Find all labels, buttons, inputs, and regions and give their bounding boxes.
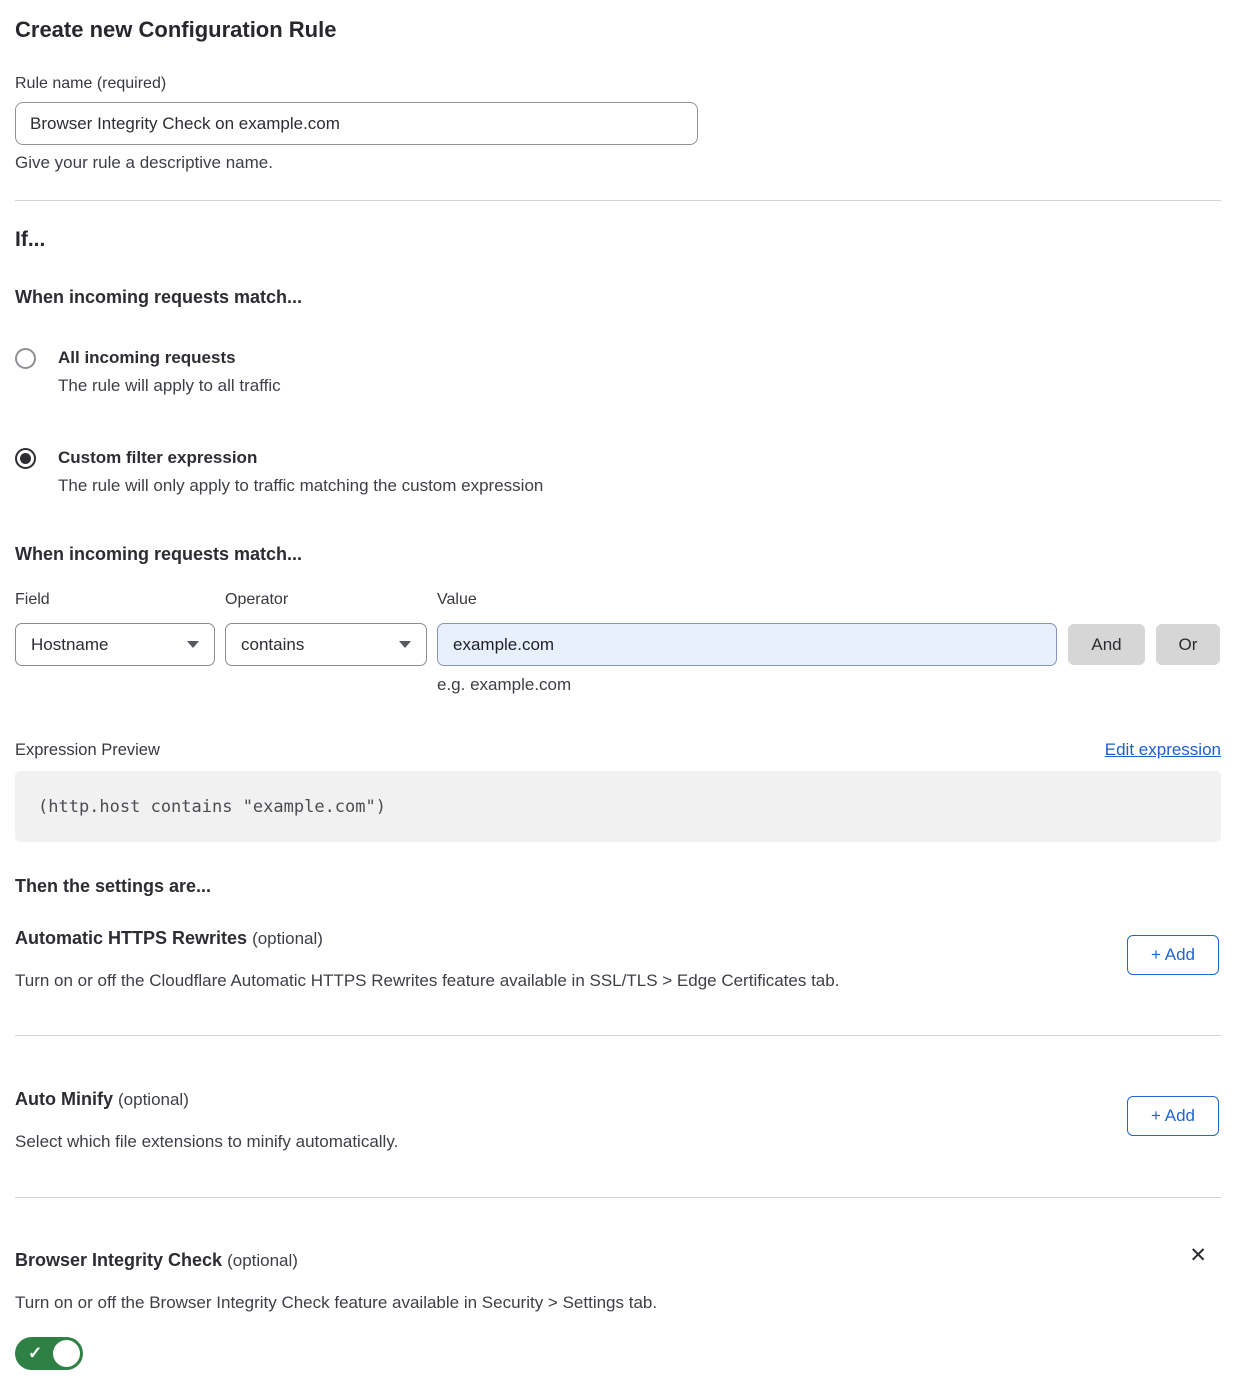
page-title: Create new Configuration Rule [15, 17, 1221, 43]
match-heading-builder: When incoming requests match... [15, 543, 1221, 565]
expression-builder-row: Hostname contains And Or [15, 623, 1221, 666]
radio-all-requests-description: The rule will apply to all traffic [58, 375, 281, 396]
expression-preview-header: Expression Preview Edit expression [15, 740, 1221, 760]
edit-expression-link[interactable]: Edit expression [1105, 740, 1221, 760]
check-icon: ✓ [28, 1343, 42, 1363]
setting-description: Select which file extensions to minify a… [15, 1131, 1221, 1152]
setting-optional-tag: (optional) [252, 929, 323, 948]
settings-heading: Then the settings are... [15, 875, 1221, 897]
radio-texts: Custom filter expression The rule will o… [58, 447, 543, 496]
setting-optional-tag: (optional) [118, 1090, 189, 1109]
section-divider [15, 1197, 1221, 1198]
radio-custom-filter-label: Custom filter expression [58, 447, 543, 469]
operator-select-value: contains [241, 635, 304, 655]
setting-automatic-https-rewrites: Automatic HTTPS Rewrites (optional) Turn… [15, 926, 1221, 991]
radio-texts: All incoming requests The rule will appl… [58, 347, 281, 396]
value-input[interactable] [437, 623, 1057, 666]
builder-column-labels: Field Operator Value [15, 590, 1221, 609]
browser-integrity-check-toggle[interactable]: ✓ [15, 1337, 83, 1370]
radio-custom-filter-description: The rule will only apply to traffic matc… [58, 475, 543, 496]
value-helper: e.g. example.com [437, 675, 1221, 695]
setting-description: Turn on or off the Browser Integrity Che… [15, 1292, 1221, 1313]
expression-preview-label: Expression Preview [15, 740, 160, 760]
radio-custom-filter[interactable] [15, 448, 36, 469]
add-auto-minify-button[interactable]: + Add [1127, 1096, 1219, 1136]
setting-optional-tag: (optional) [227, 1251, 298, 1270]
setting-title-row: Automatic HTTPS Rewrites (optional) [15, 926, 1221, 951]
setting-title: Browser Integrity Check [15, 1250, 222, 1270]
setting-title-row: Browser Integrity Check (optional) [15, 1248, 1221, 1273]
setting-title: Automatic HTTPS Rewrites [15, 928, 247, 948]
if-heading: If... [15, 227, 1221, 253]
operator-select[interactable]: contains [225, 623, 427, 666]
rule-name-helper: Give your rule a descriptive name. [15, 153, 1221, 173]
create-configuration-rule-form: Create new Configuration Rule Rule name … [0, 0, 1237, 1386]
or-button[interactable]: Or [1156, 624, 1220, 665]
chevron-down-icon [187, 641, 199, 648]
radio-all-requests[interactable] [15, 348, 36, 369]
value-column-label: Value [437, 590, 1221, 609]
section-divider [15, 200, 1221, 201]
radio-option-custom-filter[interactable]: Custom filter expression The rule will o… [15, 447, 1221, 496]
rule-name-label: Rule name (required) [15, 74, 1221, 93]
match-heading-radios: When incoming requests match... [15, 286, 1221, 308]
toggle-knob [53, 1340, 80, 1367]
radio-all-requests-label: All incoming requests [58, 347, 281, 369]
setting-description: Turn on or off the Cloudflare Automatic … [15, 970, 1221, 991]
chevron-down-icon [399, 641, 411, 648]
radio-option-all-requests[interactable]: All incoming requests The rule will appl… [15, 347, 1221, 396]
and-button[interactable]: And [1068, 624, 1145, 665]
setting-title: Auto Minify [15, 1089, 113, 1109]
setting-browser-integrity-check: Browser Integrity Check (optional) ✕ Tur… [15, 1248, 1221, 1370]
expression-preview-code: (http.host contains "example.com") [15, 771, 1221, 842]
section-divider [15, 1035, 1221, 1036]
setting-title-row: Auto Minify (optional) [15, 1087, 1221, 1112]
field-column-label: Field [15, 590, 225, 609]
add-automatic-https-rewrites-button[interactable]: + Add [1127, 935, 1219, 975]
expression-code-text: (http.host contains "example.com") [38, 797, 386, 817]
rule-name-input[interactable] [15, 102, 698, 145]
setting-auto-minify: Auto Minify (optional) Select which file… [15, 1087, 1221, 1152]
field-select[interactable]: Hostname [15, 623, 215, 666]
operator-column-label: Operator [225, 590, 437, 609]
field-select-value: Hostname [31, 635, 108, 655]
value-input-wrap [437, 623, 1057, 666]
close-icon[interactable]: ✕ [1189, 1245, 1207, 1266]
